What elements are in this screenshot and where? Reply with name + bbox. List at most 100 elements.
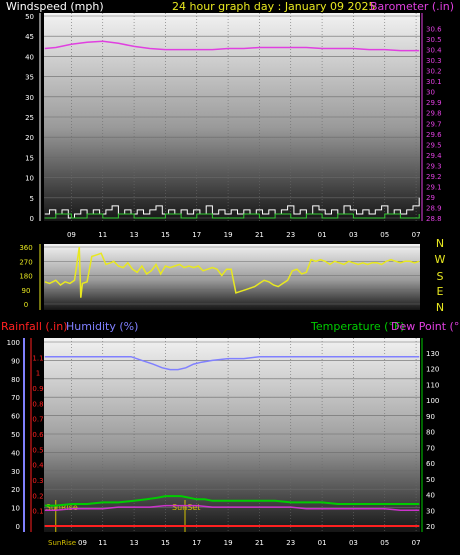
barometer-tick-label: 29.7 bbox=[426, 120, 442, 128]
temperature-tick-label: 50 bbox=[426, 476, 435, 484]
windspeed-tick-label: 0 bbox=[30, 215, 34, 223]
x-tick-label: 05 bbox=[380, 539, 389, 547]
windspeed-tick-label: 35 bbox=[25, 74, 34, 82]
temperature-tick-label: 30 bbox=[426, 507, 435, 515]
rainfall-tick-label: 0.6 bbox=[32, 431, 44, 439]
humidity-tick-label: 70 bbox=[11, 394, 20, 402]
humidity-tick-label: 30 bbox=[11, 468, 20, 476]
x-tick-label: 13 bbox=[130, 231, 139, 239]
rainfall-tick-label: 0.5 bbox=[32, 446, 43, 454]
temperature-tick-label: 70 bbox=[426, 444, 435, 452]
sunrise-axis-label: SunRise bbox=[48, 539, 76, 547]
temperature-tick-label: 110 bbox=[426, 381, 439, 389]
x-tick-label: 01 bbox=[318, 231, 327, 239]
humidity-tick-label: 100 bbox=[7, 339, 20, 347]
humidity-tick-label: 60 bbox=[11, 413, 20, 421]
rainfall-tick-label: 0.9 bbox=[32, 385, 43, 393]
x-tick-label: 17 bbox=[192, 539, 201, 547]
humidity-tick-label: 10 bbox=[11, 505, 20, 513]
rainfall-tick-label: 1.1 bbox=[32, 354, 43, 362]
humidity-tick-label: 40 bbox=[11, 449, 20, 457]
direction-tick-label: 180 bbox=[19, 273, 32, 281]
windspeed-tick-label: 50 bbox=[25, 13, 34, 21]
windspeed-tick-label: 40 bbox=[25, 53, 34, 61]
humidity-tick-label: 80 bbox=[11, 376, 20, 384]
compass-label: N bbox=[436, 301, 444, 314]
barometer-tick-label: 30.1 bbox=[426, 78, 442, 86]
barometer-tick-label: 28.9 bbox=[426, 204, 442, 212]
compass-label: N bbox=[436, 237, 444, 250]
x-tick-label: 19 bbox=[224, 231, 233, 239]
barometer-tick-label: 29.5 bbox=[426, 141, 442, 149]
temperature-tick-label: 20 bbox=[426, 523, 435, 531]
x-tick-label: 15 bbox=[161, 539, 170, 547]
x-tick-label: 21 bbox=[255, 539, 264, 547]
x-tick-label: 23 bbox=[286, 231, 295, 239]
barometer-tick-label: 30.4 bbox=[426, 47, 442, 55]
barometer-tick-label: 30.6 bbox=[426, 26, 442, 34]
barometer-tick-label: 28.8 bbox=[426, 215, 442, 223]
graph-title: 24 hour graph day : January 09 2025 bbox=[172, 0, 376, 13]
rainfall-tick-label: 0.3 bbox=[32, 477, 43, 485]
direction-tick-label: 270 bbox=[19, 258, 32, 266]
x-tick-label: 09 bbox=[67, 231, 76, 239]
temperature-tick-label: 40 bbox=[426, 492, 435, 500]
dewpoint-axis-label: Dew Point (°F) bbox=[391, 320, 460, 333]
windspeed-tick-label: 15 bbox=[25, 154, 34, 162]
humidity-tick-label: 20 bbox=[11, 486, 20, 494]
windspeed-tick-label: 45 bbox=[25, 33, 34, 41]
x-tick-label: 03 bbox=[349, 231, 358, 239]
x-tick-label: 13 bbox=[130, 539, 139, 547]
temperature-tick-label: 90 bbox=[426, 413, 435, 421]
x-tick-label: 11 bbox=[98, 231, 107, 239]
humidity-tick-label: 50 bbox=[11, 431, 20, 439]
weather-graph: Windspeed (mph) 24 hour graph day : Janu… bbox=[1, 0, 460, 547]
barometer-tick-label: 29.8 bbox=[426, 110, 442, 118]
x-tick-label: 09 bbox=[78, 539, 87, 547]
compass-label: S bbox=[437, 270, 444, 283]
direction-tick-label: 0 bbox=[24, 301, 28, 309]
barometer-tick-label: 29.1 bbox=[426, 183, 442, 191]
barometer-tick-label: 30.5 bbox=[426, 36, 442, 44]
x-tick-label: 17 bbox=[192, 231, 201, 239]
compass-label: E bbox=[437, 285, 444, 298]
direction-tick-label: 360 bbox=[19, 244, 32, 252]
x-tick-label: 15 bbox=[161, 231, 170, 239]
rainfall-tick-label: 0.8 bbox=[32, 400, 43, 408]
sunset-label: SunSet bbox=[172, 503, 200, 512]
x-tick-label: 05 bbox=[380, 231, 389, 239]
windspeed-axis-label: Windspeed (mph) bbox=[6, 0, 104, 13]
rainfall-tick-label: 0.2 bbox=[32, 492, 43, 500]
rain-humidity-temperature-panel: 01020304050607080901000.10.20.30.40.50.6… bbox=[7, 338, 439, 547]
x-tick-label: 19 bbox=[224, 539, 233, 547]
temperature-tick-label: 80 bbox=[426, 429, 435, 437]
barometer-tick-label: 30 bbox=[426, 89, 435, 97]
direction-tick-label: 90 bbox=[22, 287, 31, 295]
humidity-axis-label: Humidity (%) bbox=[66, 320, 138, 333]
windspeed-tick-label: 30 bbox=[25, 94, 34, 102]
wind-barometer-panel: 05101520253035404550 28.828.92929.129.22… bbox=[25, 13, 442, 239]
temperature-tick-label: 130 bbox=[426, 350, 439, 358]
x-tick-label: 23 bbox=[286, 539, 295, 547]
barometer-tick-label: 30.3 bbox=[426, 57, 442, 65]
rainfall-tick-label: 1 bbox=[36, 370, 40, 378]
barometer-tick-label: 30.2 bbox=[426, 68, 442, 76]
windspeed-tick-label: 25 bbox=[25, 114, 34, 122]
x-tick-label: 03 bbox=[349, 539, 358, 547]
barometer-tick-label: 29 bbox=[426, 194, 435, 202]
x-tick-label: 01 bbox=[318, 539, 327, 547]
barometer-tick-label: 29.9 bbox=[426, 99, 442, 107]
temperature-tick-label: 60 bbox=[426, 460, 435, 468]
x-tick-label: 07 bbox=[412, 231, 421, 239]
rainfall-tick-label: 0.1 bbox=[32, 508, 43, 516]
rainfall-tick-label: 0.4 bbox=[32, 462, 44, 470]
barometer-tick-label: 29.6 bbox=[426, 131, 442, 139]
windspeed-tick-label: 20 bbox=[25, 134, 34, 142]
rainfall-axis-label: Rainfall (.in) bbox=[1, 320, 68, 333]
wind-direction-panel: 090180270360 NWSEN bbox=[19, 237, 445, 314]
barometer-tick-label: 29.2 bbox=[426, 173, 442, 181]
barometer-tick-label: 29.4 bbox=[426, 152, 442, 160]
temperature-tick-label: 100 bbox=[426, 397, 439, 405]
temperature-tick-label: 120 bbox=[426, 366, 439, 374]
rainfall-tick-label: 0.7 bbox=[32, 416, 43, 424]
